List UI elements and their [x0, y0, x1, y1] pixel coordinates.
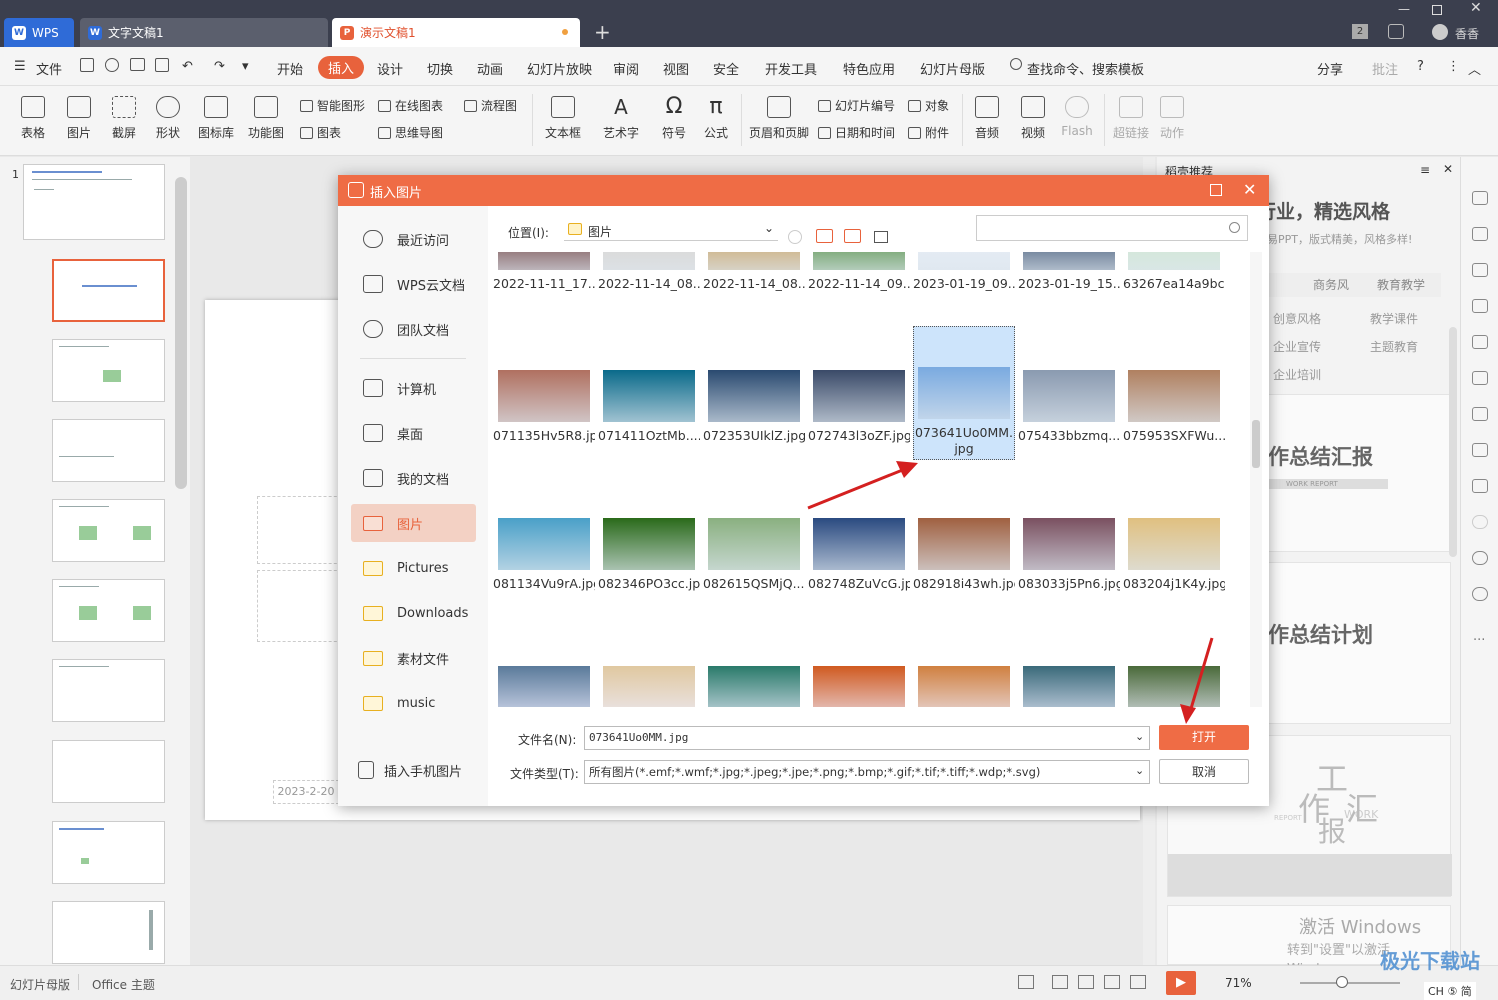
- arrow-line: [807, 465, 911, 510]
- arrow-head: [896, 461, 918, 478]
- arrow-line: [1188, 637, 1214, 713]
- annotation-arrows: [807, 461, 1214, 724]
- arrow-head: [1180, 704, 1196, 724]
